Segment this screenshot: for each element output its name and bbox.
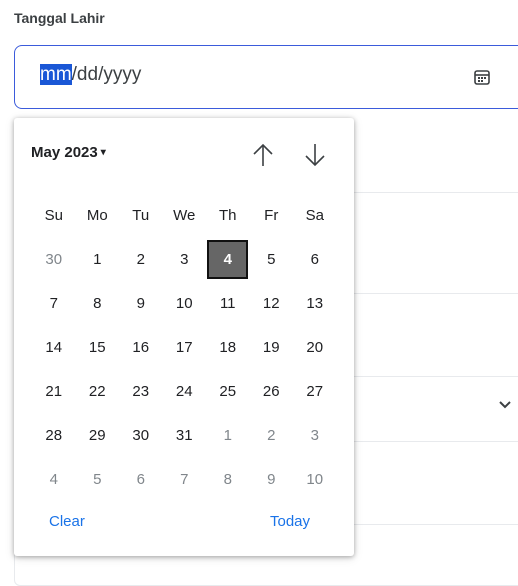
day-cell[interactable]: 9 xyxy=(119,281,163,325)
day-cell[interactable]: 2 xyxy=(250,413,294,457)
date-rest-segments[interactable]: /dd/yyyy xyxy=(72,64,142,85)
day-cell[interactable]: 28 xyxy=(32,413,76,457)
day-cell[interactable]: 5 xyxy=(250,237,294,281)
day-cell[interactable]: 1 xyxy=(206,413,250,457)
field-label: Tanggal Lahir xyxy=(14,10,105,26)
day-cell[interactable]: 8 xyxy=(76,281,120,325)
day-cell[interactable]: 16 xyxy=(119,325,163,369)
day-cell[interactable]: 12 xyxy=(250,281,294,325)
day-cell[interactable]: 21 xyxy=(32,369,76,413)
day-cell[interactable]: 27 xyxy=(293,369,337,413)
calendar-icon[interactable] xyxy=(473,68,491,86)
arrow-down-icon[interactable] xyxy=(304,142,326,168)
day-cell[interactable]: 1 xyxy=(76,237,120,281)
weekday-label: Tu xyxy=(132,206,150,224)
birthdate-input[interactable]: mm/dd/yyyy xyxy=(14,45,518,109)
chevron-down-icon[interactable] xyxy=(498,398,512,412)
day-cell-selected[interactable]: 4 xyxy=(206,237,250,281)
day-cell[interactable]: 26 xyxy=(250,369,294,413)
day-cell[interactable]: 10 xyxy=(163,281,207,325)
month-segment[interactable]: mm xyxy=(40,64,72,85)
caret-down-icon: ▾ xyxy=(100,147,106,158)
day-cell[interactable]: 6 xyxy=(293,237,337,281)
day-cell[interactable]: 24 xyxy=(163,369,207,413)
clear-button[interactable]: Clear xyxy=(49,513,85,530)
day-cell[interactable]: 11 xyxy=(206,281,250,325)
arrow-up-icon[interactable] xyxy=(252,142,274,168)
today-button[interactable]: Today xyxy=(270,513,310,530)
day-cell[interactable]: 22 xyxy=(76,369,120,413)
day-cell[interactable]: 30 xyxy=(119,413,163,457)
weekday-label: Sa xyxy=(305,206,324,224)
month-year-label: May 2023 xyxy=(31,144,98,161)
day-cell[interactable]: 14 xyxy=(32,325,76,369)
weekday-label: We xyxy=(173,206,196,224)
week-row: 30 1 2 3 4 5 6 xyxy=(32,237,337,281)
day-cell[interactable]: 3 xyxy=(293,413,337,457)
day-cell[interactable]: 23 xyxy=(119,369,163,413)
month-year-selector[interactable]: May 2023 ▾ xyxy=(31,144,106,161)
day-cell[interactable]: 29 xyxy=(76,413,120,457)
day-cell[interactable]: 13 xyxy=(293,281,337,325)
day-cell[interactable]: 7 xyxy=(163,457,207,501)
day-cell[interactable]: 25 xyxy=(206,369,250,413)
weekday-label: Su xyxy=(44,206,63,224)
weekday-label: Mo xyxy=(86,206,108,224)
weekday-label: Fr xyxy=(264,206,279,224)
selected-day-label[interactable]: 4 xyxy=(207,239,249,279)
week-row: 7 8 9 10 11 12 13 xyxy=(32,281,337,325)
day-cell[interactable]: 9 xyxy=(250,457,294,501)
day-cell[interactable]: 7 xyxy=(32,281,76,325)
day-cell[interactable]: 5 xyxy=(76,457,120,501)
day-cell[interactable]: 8 xyxy=(206,457,250,501)
day-cell[interactable]: 20 xyxy=(293,325,337,369)
day-cell[interactable]: 30 xyxy=(32,237,76,281)
day-cell[interactable]: 6 xyxy=(119,457,163,501)
day-cell[interactable]: 3 xyxy=(163,237,207,281)
day-cell[interactable]: 19 xyxy=(250,325,294,369)
day-cell[interactable]: 10 xyxy=(293,457,337,501)
day-cell[interactable]: 31 xyxy=(163,413,207,457)
week-row: 4 5 6 7 8 9 10 xyxy=(32,457,337,501)
weekday-label: Th xyxy=(218,206,237,224)
week-row: 21 22 23 24 25 26 27 xyxy=(32,369,337,413)
weekday-header: Su Mo Tu We Th Fr Sa xyxy=(32,193,337,237)
day-cell[interactable]: 4 xyxy=(32,457,76,501)
week-row: 28 29 30 31 1 2 3 xyxy=(32,413,337,457)
calendar-grid: Su Mo Tu We Th Fr Sa 30 1 2 3 4 5 6 7 8 … xyxy=(32,193,337,501)
day-cell[interactable]: 2 xyxy=(119,237,163,281)
date-input-text[interactable]: mm/dd/yyyy xyxy=(40,64,141,86)
day-cell[interactable]: 18 xyxy=(206,325,250,369)
week-row: 14 15 16 17 18 19 20 xyxy=(32,325,337,369)
day-cell[interactable]: 15 xyxy=(76,325,120,369)
date-picker-popup: May 2023 ▾ Su Mo Tu We Th Fr Sa 30 1 2 3 … xyxy=(14,118,354,556)
day-cell[interactable]: 17 xyxy=(163,325,207,369)
